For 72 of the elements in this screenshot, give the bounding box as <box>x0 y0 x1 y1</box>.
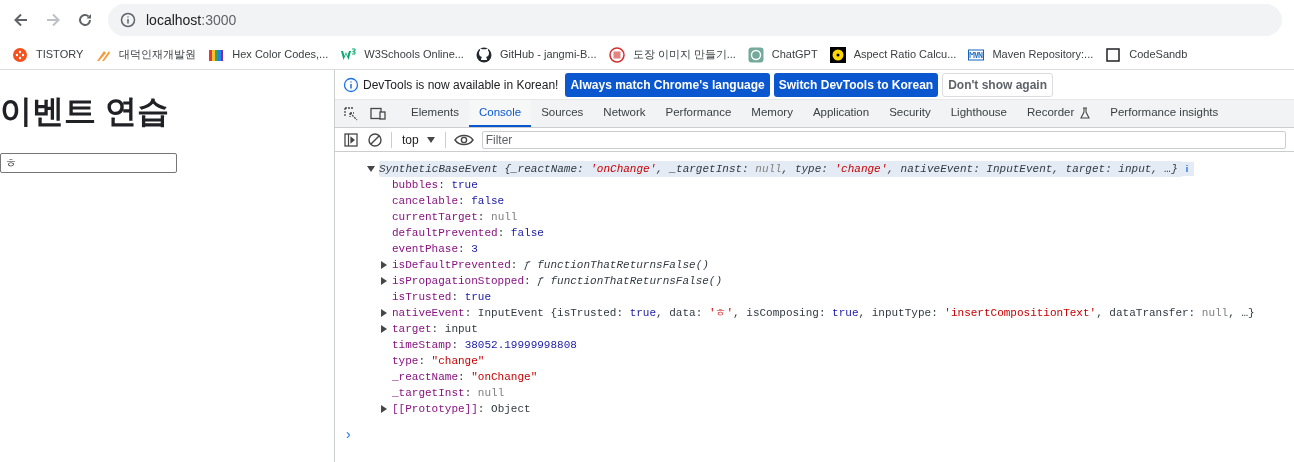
property-line: _reactName: "onChange" <box>392 370 538 385</box>
collapsed-triangle-icon[interactable] <box>380 277 388 285</box>
bookmark[interactable]: Aspect Ratio Calcu... <box>829 46 957 63</box>
property-line: defaultPrevented: false <box>392 226 544 241</box>
property-line: _targetInst: null <box>392 386 505 401</box>
bookmark[interactable]: 도장 이미지 만들기... <box>608 46 736 63</box>
bookmark-icon <box>12 46 28 63</box>
property-line: isDefaultPrevented: ƒ functionThatReturnsFalse() <box>392 258 709 273</box>
devtools-tab[interactable]: Memory <box>741 100 803 127</box>
sidebar-icon[interactable] <box>343 131 359 148</box>
bookmark-icon <box>747 46 764 63</box>
devtools-tab[interactable]: Elements <box>401 100 469 127</box>
infobar-button[interactable]: Always match Chrome's language <box>565 72 770 97</box>
bookmark[interactable]: ChatGPT <box>747 46 818 63</box>
bookmark[interactable]: Maven Repository:... <box>968 46 1094 63</box>
property-line: [[Prototype]]: Object <box>392 402 531 417</box>
filter-field[interactable]: Filter <box>481 130 1286 149</box>
bookmark[interactable]: Hex Color Codes,... <box>208 46 329 63</box>
devtools-tab[interactable]: Lighthouse <box>940 100 1017 127</box>
info-icon <box>343 76 359 93</box>
property-line: eventPhase: 3 <box>392 242 478 257</box>
bookmark[interactable]: CodeSandb <box>1105 46 1188 63</box>
devtools-tab[interactable]: Recorder <box>1017 100 1101 127</box>
collapsed-triangle-icon[interactable] <box>380 405 388 413</box>
bookmark[interactable]: TISTORY <box>12 46 84 63</box>
device-icon[interactable] <box>369 105 387 122</box>
console-prompt[interactable]: › <box>335 426 1294 442</box>
collapsed-triangle-icon[interactable] <box>380 309 388 317</box>
property-line: timeStamp: 38052.19999998808 <box>392 338 577 353</box>
bookmark-icon <box>608 46 625 63</box>
infobar-button[interactable]: Don't show again <box>942 72 1054 97</box>
bookmark-icon <box>968 46 985 63</box>
collapsed-triangle-icon[interactable] <box>380 325 388 333</box>
reload-icon[interactable] <box>76 11 94 29</box>
property-line: cancelable: false <box>392 194 505 209</box>
bookmark-icon <box>829 46 846 63</box>
property-line: currentTarget: null <box>392 210 518 225</box>
devtools-tab[interactable]: Security <box>879 100 941 127</box>
property-line: type: "change" <box>392 354 485 369</box>
collapsed-triangle-icon[interactable] <box>380 261 388 269</box>
devtools-tab[interactable]: Console <box>468 100 532 127</box>
bookmark[interactable]: GitHub - jangmi-B... <box>475 46 597 63</box>
property-line: isPropagationStopped: ƒ functionThatReturnsFalse() <box>392 274 723 289</box>
clear-icon[interactable] <box>367 131 383 148</box>
property-line: nativeEvent: InputEvent {isTrusted: true, data: 'ㅎ', isComposing: true, inputType: 'insertCompositionText', dataTransfer: null, …} <box>392 306 1255 321</box>
devtools-tab[interactable]: Performance insights <box>1100 100 1229 127</box>
property-line: target: input <box>392 322 478 337</box>
bookmark[interactable]: W3Schools Online... <box>340 46 464 63</box>
url-text: localhost:3000 <box>146 10 237 30</box>
inspect-icon[interactable] <box>343 105 359 122</box>
expanded-triangle-icon[interactable] <box>367 165 375 173</box>
bookmark[interactable]: 대덕인재개발원 <box>95 46 197 63</box>
back-icon[interactable] <box>12 11 30 29</box>
devtools-tab[interactable]: Sources <box>531 100 594 127</box>
bookmark-icon <box>340 46 357 63</box>
infobar-message: DevTools is now available in Korean! <box>363 76 559 94</box>
object-summary: SyntheticBaseEvent {_reactName: 'onChange', _targetInst: null, type: 'change', nativeEvent: InputEvent, target: input, …} <box>379 161 1182 177</box>
address-bar[interactable]: localhost:3000 <box>108 4 1282 36</box>
bookmark-icon <box>475 46 492 63</box>
infobar-button[interactable]: Switch DevTools to Korean <box>773 72 939 97</box>
context-dropdown[interactable]: top <box>400 130 437 149</box>
caret-icon <box>426 136 435 143</box>
page-heading: 이벤트 연습 <box>0 92 170 131</box>
property-line: bubbles: true <box>392 178 478 193</box>
flask-icon <box>1080 106 1091 119</box>
devtools-tab[interactable]: Performance <box>655 100 742 127</box>
bookmark-icon <box>1105 46 1122 63</box>
property-line: isTrusted: true <box>392 290 492 305</box>
text-input[interactable]: ㅎ <box>0 153 177 173</box>
devtools-tab[interactable]: Application <box>802 100 880 127</box>
devtools-tab[interactable]: Network <box>593 100 656 127</box>
info-icon[interactable] <box>120 12 136 28</box>
